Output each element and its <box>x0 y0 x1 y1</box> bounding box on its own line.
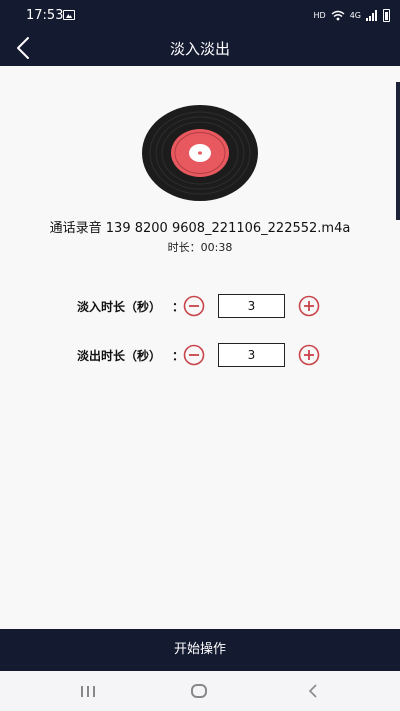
fade-out-input[interactable] <box>218 343 285 367</box>
system-nav-bar <box>0 671 400 711</box>
signal-icon <box>366 10 377 21</box>
battery-icon <box>383 9 390 22</box>
fade-out-decrease-button[interactable] <box>183 344 205 366</box>
fade-in-decrease-button[interactable] <box>183 295 205 317</box>
vinyl-record-icon <box>142 105 258 201</box>
audio-file-name: 通话录音 139 8200 9608_221106_222552.m4a <box>49 221 351 236</box>
audio-duration: 时长：00:38 <box>167 241 233 254</box>
fade-in-label: 淡入时长（秒） <box>77 300 162 314</box>
status-icons: HD 4G <box>314 9 390 22</box>
scrollbar[interactable] <box>396 82 400 220</box>
header: 淡入淡出 <box>0 32 400 66</box>
hd-label: HD <box>313 11 326 20</box>
fade-out-increase-button[interactable] <box>298 344 320 366</box>
fade-in-row: 淡入时长（秒） ： <box>0 294 400 318</box>
fade-in-increase-button[interactable] <box>298 295 320 317</box>
start-operation-button[interactable]: 开始操作 <box>0 629 400 671</box>
recent-apps-icon[interactable] <box>81 686 95 697</box>
fade-out-row: 淡出时长（秒） ： <box>0 343 400 367</box>
wifi-icon <box>331 10 345 21</box>
gallery-icon <box>63 10 75 20</box>
nav-back-icon[interactable] <box>306 683 320 699</box>
fade-in-input[interactable] <box>218 294 285 318</box>
home-icon[interactable] <box>191 684 207 698</box>
status-time: 17:53 <box>26 8 64 23</box>
status-bar: 17:53 HD 4G <box>0 0 400 32</box>
mobile-data-label: 4G <box>349 11 361 20</box>
fade-out-label: 淡出时长（秒） <box>77 349 162 363</box>
page-title: 淡入淡出 <box>169 40 230 58</box>
